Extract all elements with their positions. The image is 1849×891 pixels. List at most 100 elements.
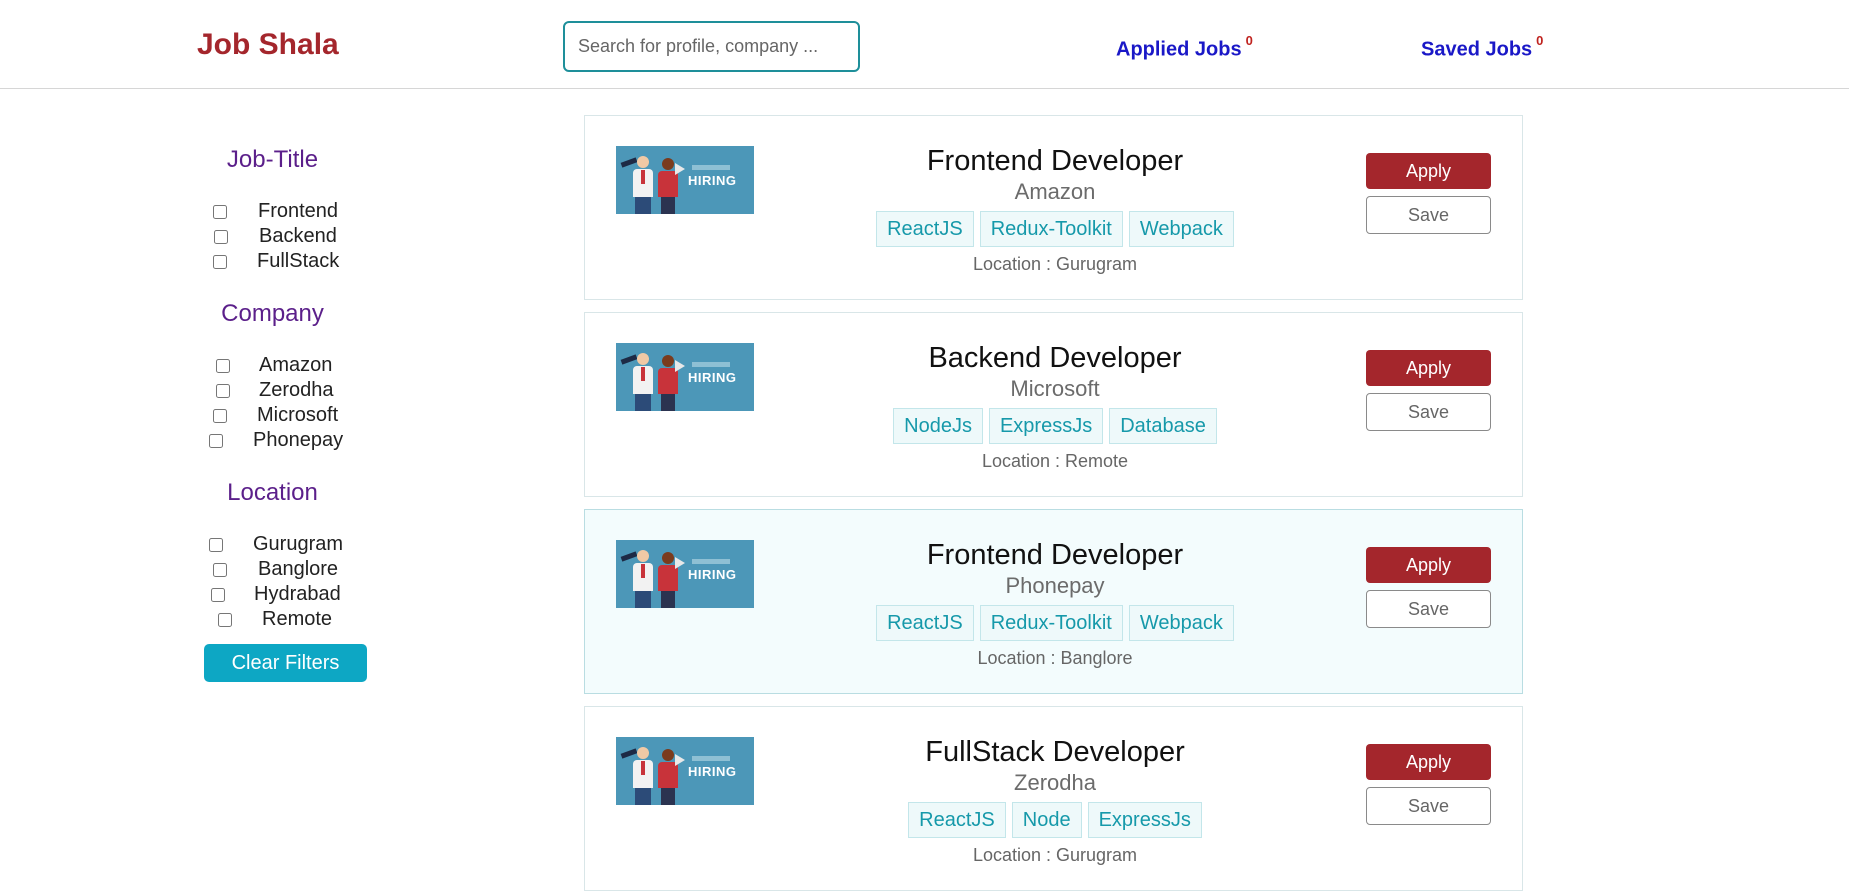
saved-jobs-link[interactable]: Saved Jobs 0 <box>1421 33 1544 62</box>
hiring-logo-image: HIRING <box>616 737 754 805</box>
search-input[interactable] <box>563 21 860 72</box>
job-skill-tags: NodeJs ExpressJs Database <box>785 408 1325 444</box>
save-button[interactable]: Save <box>1366 590 1491 628</box>
brand-logo-text[interactable]: Job Shala <box>197 28 339 62</box>
skill-tag: Database <box>1109 408 1217 444</box>
filter-checkbox-backend[interactable] <box>214 230 228 244</box>
hiring-logo-text: HIRING <box>688 370 737 385</box>
job-info: FullStack Developer Zerodha ReactJS Node… <box>785 735 1325 866</box>
job-company: Amazon <box>1014 179 1096 204</box>
filter-checkbox-frontend[interactable] <box>213 205 227 219</box>
filter-option-label: Backend <box>259 225 337 247</box>
filter-checkbox-fullstack[interactable] <box>213 255 227 269</box>
filter-option-label: Frontend <box>258 200 339 222</box>
save-button[interactable]: Save <box>1366 393 1491 431</box>
apply-button[interactable]: Apply <box>1366 744 1491 780</box>
filter-heading-location: Location <box>227 479 318 506</box>
filter-checkbox-zerodha[interactable] <box>216 384 230 398</box>
apply-button[interactable]: Apply <box>1366 547 1491 583</box>
job-location: Location : Banglore <box>977 648 1133 668</box>
skill-tag: NodeJs <box>893 408 983 444</box>
filter-option-label: Gurugram <box>253 533 344 555</box>
saved-jobs-label: Saved Jobs <box>1421 38 1533 61</box>
filter-option-label: FullStack <box>257 250 340 272</box>
job-title: Frontend Developer <box>926 539 1184 571</box>
filter-checkbox-microsoft[interactable] <box>213 409 227 423</box>
filter-option-label: Banglore <box>258 558 339 580</box>
job-info: Frontend Developer Phonepay ReactJS Redu… <box>785 538 1325 669</box>
filter-option-phonepay[interactable]: Phonepay <box>180 429 400 454</box>
job-card[interactable]: HIRING Backend Developer Microsoft NodeJ… <box>584 312 1523 497</box>
megaphone-icon <box>675 360 685 372</box>
filter-option-frontend[interactable]: Frontend <box>180 200 400 225</box>
filter-checkbox-banglore[interactable] <box>213 563 227 577</box>
hiring-logo-text: HIRING <box>688 173 737 188</box>
job-title: Frontend Developer <box>926 145 1184 177</box>
filter-option-label: Remote <box>262 608 333 630</box>
filter-option-label: Microsoft <box>257 404 339 426</box>
job-location: Location : Gurugram <box>972 845 1138 865</box>
job-info: Frontend Developer Amazon ReactJS Redux-… <box>785 144 1325 275</box>
skill-tag: Node <box>1011 802 1082 838</box>
filter-option-backend[interactable]: Backend <box>180 225 400 250</box>
job-skill-tags: ReactJS Redux-Toolkit Webpack <box>785 211 1325 247</box>
filter-option-remote[interactable]: Remote <box>180 608 400 633</box>
filter-option-amazon[interactable]: Amazon <box>180 354 400 379</box>
skill-tag: ReactJS <box>908 802 1006 838</box>
filter-checkbox-amazon[interactable] <box>216 359 230 373</box>
saved-jobs-count-badge: 0 <box>1536 33 1544 48</box>
megaphone-icon <box>675 754 685 766</box>
filter-option-gurugram[interactable]: Gurugram <box>180 533 400 558</box>
skill-tag: Webpack <box>1128 211 1234 247</box>
filter-option-label: Amazon <box>259 354 333 376</box>
megaphone-icon <box>675 557 685 569</box>
skill-tag: ExpressJs <box>988 408 1104 444</box>
hiring-logo-image: HIRING <box>616 540 754 608</box>
job-card[interactable]: HIRING Frontend Developer Amazon ReactJS… <box>584 115 1523 300</box>
hiring-logo-text: HIRING <box>688 567 737 582</box>
skill-tag: Redux-Toolkit <box>979 211 1123 247</box>
skill-tag: ExpressJs <box>1087 802 1202 838</box>
save-button[interactable]: Save <box>1366 196 1491 234</box>
skill-tag: Redux-Toolkit <box>979 605 1123 641</box>
save-button[interactable]: Save <box>1366 787 1491 825</box>
job-location: Location : Remote <box>981 451 1129 471</box>
hiring-logo-text: HIRING <box>688 764 737 779</box>
filter-option-label: Hydrabad <box>254 583 341 605</box>
filter-checkbox-phonepay[interactable] <box>209 434 223 448</box>
job-title: Backend Developer <box>928 342 1182 374</box>
job-company: Phonepay <box>1005 573 1105 598</box>
apply-button[interactable]: Apply <box>1366 153 1491 189</box>
filter-option-zerodha[interactable]: Zerodha <box>180 379 400 404</box>
filter-option-hydrabad[interactable]: Hydrabad <box>180 583 400 608</box>
hiring-logo-image: HIRING <box>616 343 754 411</box>
job-title: FullStack Developer <box>925 736 1185 768</box>
filter-checkbox-remote[interactable] <box>218 613 232 627</box>
applied-jobs-label: Applied Jobs <box>1116 38 1242 61</box>
filter-option-microsoft[interactable]: Microsoft <box>180 404 400 429</box>
job-info: Backend Developer Microsoft NodeJs Expre… <box>785 341 1325 472</box>
applied-jobs-count-badge: 0 <box>1245 33 1253 48</box>
filter-heading-job-title: Job-Title <box>226 146 319 173</box>
filter-option-label: Zerodha <box>259 379 334 401</box>
skill-tag: Webpack <box>1128 605 1234 641</box>
job-company: Zerodha <box>1014 770 1096 795</box>
filter-option-fullstack[interactable]: FullStack <box>180 250 400 275</box>
filter-heading-company: Company <box>221 300 324 327</box>
job-skill-tags: ReactJS Redux-Toolkit Webpack <box>785 605 1325 641</box>
applied-jobs-link[interactable]: Applied Jobs 0 <box>1116 33 1253 62</box>
filter-checkbox-gurugram[interactable] <box>209 538 223 552</box>
filter-option-label: Phonepay <box>253 429 344 451</box>
skill-tag: ReactJS <box>876 211 974 247</box>
job-company: Microsoft <box>1010 376 1100 401</box>
job-skill-tags: ReactJS Node ExpressJs <box>785 802 1325 838</box>
apply-button[interactable]: Apply <box>1366 350 1491 386</box>
filter-option-banglore[interactable]: Banglore <box>180 558 400 583</box>
job-card[interactable]: HIRING Frontend Developer Phonepay React… <box>584 509 1523 694</box>
filter-checkbox-hydrabad[interactable] <box>211 588 225 602</box>
skill-tag: ReactJS <box>876 605 974 641</box>
job-card[interactable]: HIRING FullStack Developer Zerodha React… <box>584 706 1523 891</box>
hiring-logo-image: HIRING <box>616 146 754 214</box>
job-location: Location : Gurugram <box>972 254 1138 274</box>
clear-filters-button[interactable]: Clear Filters <box>204 644 367 682</box>
